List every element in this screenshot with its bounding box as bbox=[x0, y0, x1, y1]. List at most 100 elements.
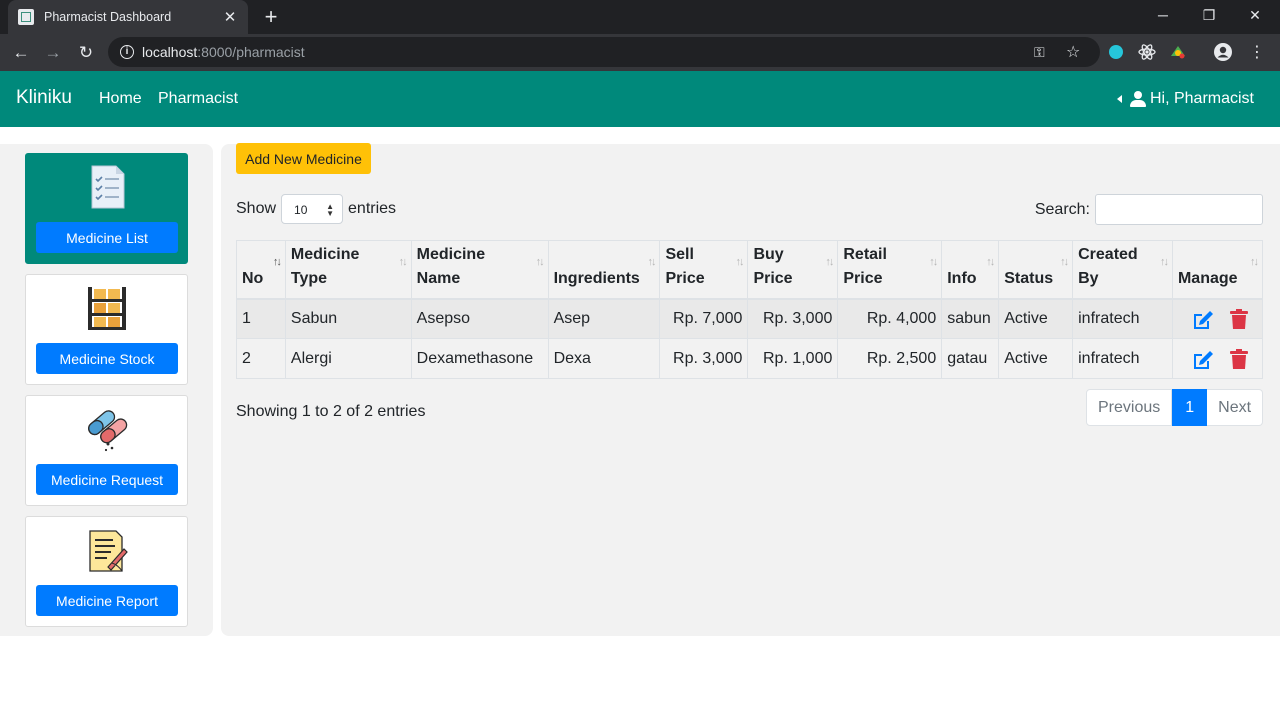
sort-icon: ↑↓ bbox=[1159, 256, 1169, 268]
pills-capsules-icon bbox=[88, 410, 128, 452]
column-header-ingredients[interactable]: ↑↓ Ingredients bbox=[547, 240, 661, 300]
sidebar-item-medicine-request[interactable]: Medicine Request bbox=[25, 395, 188, 506]
delete-icon[interactable] bbox=[1229, 348, 1249, 370]
cell-info: sabun bbox=[941, 298, 1000, 339]
search-input[interactable] bbox=[1095, 194, 1263, 225]
cell-manage bbox=[1171, 338, 1264, 379]
sort-icon: ↑↓ bbox=[735, 256, 744, 268]
search-control: Search: bbox=[1035, 194, 1263, 225]
browser-tabstrip: Pharmacist Dashboard ✕ + ─ ❐ ✕ bbox=[0, 0, 1280, 34]
delete-icon[interactable] bbox=[1229, 308, 1249, 330]
entries-select[interactable]: 10 ▲ ▼ bbox=[281, 194, 344, 224]
medicine-table: ↑↓ No ↑↓ Medicine Type ↑↓ Medicine Name ↑↓ Ing… bbox=[236, 240, 1264, 379]
cell-status: Active bbox=[998, 338, 1074, 379]
cell-buy-price: Rp. 1,000 bbox=[747, 338, 839, 379]
cell-sell-price: Rp. 3,000 bbox=[659, 338, 749, 379]
browser-menu-icon[interactable]: ⋮ bbox=[1244, 40, 1270, 66]
brand-logo[interactable]: Kliniku bbox=[16, 87, 72, 109]
column-header-status[interactable]: ↑↓ Status bbox=[998, 240, 1074, 300]
site-info-icon[interactable]: i bbox=[120, 45, 134, 59]
column-header-medicine-type[interactable]: ↑↓ Medicine Type bbox=[284, 240, 412, 300]
favicon-icon bbox=[18, 9, 34, 25]
cell-retail-price: Rp. 4,000 bbox=[837, 298, 943, 339]
caret-left-icon bbox=[1116, 95, 1122, 103]
cell-type: Alergi bbox=[284, 338, 412, 379]
column-header-retail-price[interactable]: ↑↓ Retail Price bbox=[837, 240, 943, 300]
cell-name: Dexamethasone bbox=[410, 338, 549, 379]
restore-icon[interactable]: ❐ bbox=[1186, 0, 1232, 30]
cell-buy-price: Rp. 3,000 bbox=[747, 298, 839, 339]
cell-ingredients: Dexa bbox=[547, 338, 661, 379]
column-header-created-by[interactable]: ↑↓ Created By bbox=[1072, 240, 1173, 300]
forward-icon[interactable]: → bbox=[40, 40, 66, 66]
sort-ascending-icon: ↑↓ bbox=[272, 256, 282, 268]
table-info: Showing 1 to 2 of 2 entries bbox=[236, 403, 426, 420]
new-tab-icon[interactable]: + bbox=[259, 4, 283, 30]
sort-icon: ↑↓ bbox=[1060, 256, 1069, 268]
column-header-medicine-name[interactable]: ↑↓ Medicine Name bbox=[410, 240, 549, 300]
window-close-icon[interactable]: ✕ bbox=[1232, 0, 1278, 30]
cell-retail-price: Rp. 2,500 bbox=[837, 338, 943, 379]
extension-teal-icon[interactable] bbox=[1106, 42, 1126, 62]
cell-info: gatau bbox=[941, 338, 1000, 379]
entries-select-value: 10 bbox=[294, 203, 308, 217]
entries-length-control: Show 10 ▲ ▼ entries bbox=[236, 194, 396, 224]
previous-page-button[interactable]: Previous bbox=[1086, 389, 1173, 426]
back-icon[interactable]: ← bbox=[8, 40, 34, 66]
sort-icon: ↑↓ bbox=[535, 256, 545, 268]
column-header-manage[interactable]: ↑↓ Manage bbox=[1171, 240, 1264, 300]
report-document-icon bbox=[89, 530, 128, 572]
page-1-button[interactable]: 1 bbox=[1172, 389, 1208, 426]
checklist-icon bbox=[91, 165, 125, 209]
extension-colorful-icon[interactable] bbox=[1168, 42, 1188, 62]
sort-icon: ↑↓ bbox=[1250, 256, 1259, 268]
main-panel: Add New Medicine Show 10 ▲ ▼ entries Sear… bbox=[221, 143, 1280, 636]
cell-no: 1 bbox=[236, 298, 286, 339]
column-header-buy-price[interactable]: ↑↓ Buy Price bbox=[747, 240, 839, 300]
sidebar-item-medicine-report[interactable]: Medicine Report bbox=[25, 516, 188, 627]
medicine-list-button[interactable]: Medicine List bbox=[36, 222, 178, 253]
tab-title: Pharmacist Dashboard bbox=[44, 10, 172, 24]
table-header-row: ↑↓ No ↑↓ Medicine Type ↑↓ Medicine Name ↑↓ Ing… bbox=[236, 240, 1264, 300]
show-label: Show bbox=[236, 200, 277, 217]
column-header-info[interactable]: ↑↓ Info bbox=[941, 240, 1000, 300]
cell-sell-price: Rp. 7,000 bbox=[659, 298, 749, 339]
sort-icon: ↑↓ bbox=[398, 256, 408, 268]
cell-no: 2 bbox=[236, 338, 286, 379]
column-header-no[interactable]: ↑↓ No bbox=[236, 240, 286, 300]
edit-icon[interactable] bbox=[1191, 308, 1215, 330]
address-bar[interactable]: i localhost :8000/pharmacist ⚿ ☆ bbox=[108, 37, 1100, 67]
user-greeting: Hi, Pharmacist bbox=[1149, 90, 1254, 107]
url-path: :8000/pharmacist bbox=[197, 44, 305, 60]
extension-react-icon[interactable] bbox=[1137, 42, 1157, 62]
cell-manage bbox=[1171, 298, 1264, 339]
key-icon[interactable]: ⚿ bbox=[1034, 44, 1045, 61]
cell-type: Sabun bbox=[284, 298, 412, 339]
browser-tab[interactable]: Pharmacist Dashboard ✕ bbox=[8, 0, 248, 34]
medicine-stock-button[interactable]: Medicine Stock bbox=[36, 343, 178, 374]
sidebar-item-medicine-list[interactable]: Medicine List bbox=[25, 153, 188, 264]
cell-created-by: infratech bbox=[1072, 298, 1173, 339]
next-page-button[interactable]: Next bbox=[1207, 389, 1264, 426]
browser-toolbar: ← → ↻ i localhost :8000/pharmacist ⚿ ☆ ⋮ bbox=[0, 34, 1280, 71]
medicine-report-button[interactable]: Medicine Report bbox=[36, 585, 178, 616]
search-label: Search: bbox=[1034, 200, 1090, 218]
minimize-icon[interactable]: ─ bbox=[1140, 0, 1186, 30]
edit-icon[interactable] bbox=[1191, 348, 1215, 370]
user-menu[interactable]: Hi, Pharmacist bbox=[1116, 90, 1254, 108]
nav-pharmacist-link[interactable]: Pharmacist bbox=[158, 90, 238, 108]
profile-avatar-icon[interactable] bbox=[1213, 42, 1233, 62]
medicine-request-button[interactable]: Medicine Request bbox=[36, 464, 178, 495]
url-host: localhost bbox=[142, 44, 198, 60]
select-arrows-icon: ▲ ▼ bbox=[326, 202, 335, 218]
pagination: Previous 1 Next bbox=[1086, 389, 1264, 426]
star-icon[interactable]: ☆ bbox=[1066, 42, 1080, 62]
column-header-sell-price[interactable]: ↑↓ Sell Price bbox=[659, 240, 749, 300]
tab-close-icon[interactable]: ✕ bbox=[222, 8, 238, 26]
nav-home-link[interactable]: Home bbox=[99, 90, 142, 108]
add-new-medicine-button[interactable]: Add New Medicine bbox=[236, 143, 371, 174]
sort-icon: ↑↓ bbox=[825, 256, 834, 268]
sort-icon: ↑↓ bbox=[986, 256, 995, 268]
reload-icon[interactable]: ↻ bbox=[73, 40, 99, 66]
sidebar-item-medicine-stock[interactable]: Medicine Stock bbox=[25, 274, 188, 385]
